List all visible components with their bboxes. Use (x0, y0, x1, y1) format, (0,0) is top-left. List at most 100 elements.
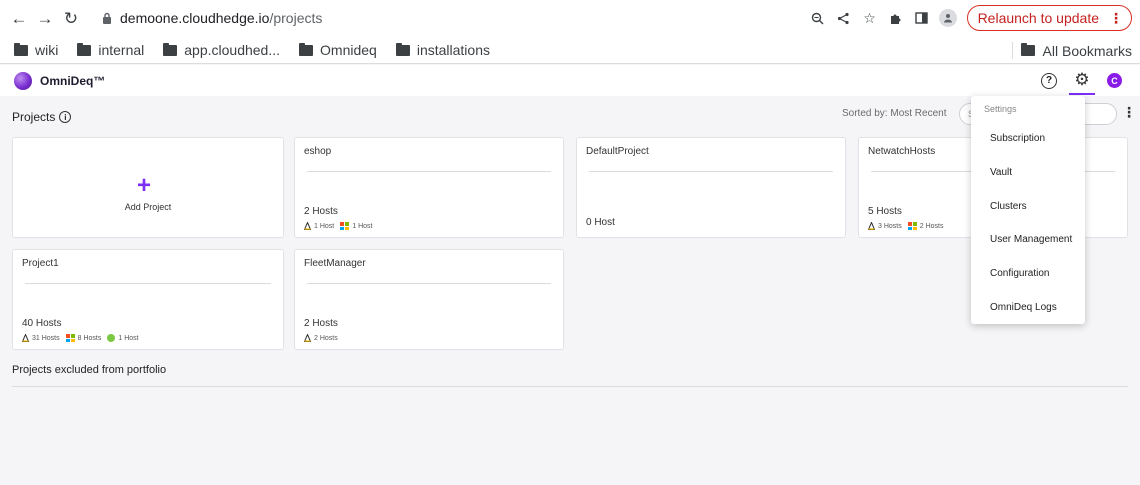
linux-icon (22, 334, 29, 342)
project-card-project1[interactable]: Project1 40 Hosts 31 Hosts 8 Hosts 1 Hos… (12, 249, 284, 350)
windows-icon (907, 222, 917, 230)
settings-button[interactable]: ⚙ (1069, 67, 1095, 95)
project-card-defaultproject[interactable]: DefaultProject 0 Host (576, 137, 846, 238)
linux-host-count: 3 Hosts (878, 222, 902, 230)
host-count: 2 Hosts (304, 318, 338, 329)
url-path: /projects (269, 10, 323, 26)
bookmark-label: wiki (35, 42, 59, 58)
nav-buttons: ← → ↻ (8, 8, 82, 30)
host-count: 5 Hosts (868, 206, 902, 217)
menu-item-user-management[interactable]: User Management (990, 234, 1072, 245)
bookmark-label: internal (98, 42, 145, 58)
linux-host-count: 2 Hosts (314, 334, 338, 342)
settings-dropdown: Settings Subscription Vault Clusters Use… (971, 96, 1085, 324)
brand-name: OmniDeq™ (40, 73, 106, 88)
side-panel-icon[interactable] (909, 5, 935, 31)
url-text[interactable]: demoone.cloudhedge.io/projects (92, 4, 322, 32)
folder-icon (1020, 43, 1035, 56)
page-title-text: Projects (12, 110, 56, 124)
section-divider (12, 386, 1128, 387)
page-title: Projects i (12, 110, 72, 124)
windows-host-count: 1 Host (352, 222, 373, 230)
plus-icon: + (137, 172, 152, 199)
project-card-fleetmanager[interactable]: FleetManager 2 Hosts 2 Hosts (294, 249, 564, 350)
omnibox-actions: ☆ Relaunch to update ⋮ (805, 4, 1132, 32)
bookmark-omnideq[interactable]: Omnideq (299, 42, 377, 58)
project-name: DefaultProject (586, 146, 649, 157)
extensions-icon[interactable] (883, 5, 909, 31)
zoom-icon[interactable] (805, 5, 831, 31)
chrome-menu-icon: ⋮ (1109, 9, 1123, 26)
reload-icon[interactable]: ↻ (60, 8, 82, 30)
info-icon[interactable]: i (59, 111, 72, 123)
linux-host-count: 1 Host (314, 222, 335, 230)
windows-icon (65, 334, 75, 342)
bookmark-label: Omnideq (320, 42, 377, 58)
os-breakdown: 3 Hosts 2 Hosts (868, 222, 943, 230)
folder-icon (14, 42, 28, 56)
gear-icon: ⚙ (1074, 70, 1090, 89)
forward-arrow-icon[interactable]: → (34, 8, 56, 30)
help-icon[interactable]: ? (1041, 72, 1057, 89)
add-project-label: Add Project (124, 202, 172, 212)
project-card-eshop[interactable]: eshop 2 Hosts 1 Host 1 Host (294, 137, 564, 238)
app-header: OmniDeq™ ? ⚙ C (0, 65, 1140, 96)
avatar[interactable]: C (1107, 73, 1122, 88)
share-icon[interactable] (831, 5, 857, 31)
card-divider (307, 283, 551, 284)
windows-host-count: 8 Hosts (77, 334, 102, 342)
os-breakdown: 1 Host 1 Host (304, 222, 372, 230)
other-host-count: 1 Host (118, 334, 139, 342)
linux-icon (868, 222, 875, 230)
project-name: Project1 (22, 258, 59, 269)
add-project-card[interactable]: + Add Project (12, 137, 284, 238)
folder-icon (395, 42, 410, 56)
linux-icon (304, 222, 311, 230)
excluded-projects-heading: Projects excluded from portfolio (12, 364, 167, 376)
relaunch-to-update-button[interactable]: Relaunch to update ⋮ (966, 5, 1132, 31)
card-divider (589, 171, 833, 172)
folder-icon (77, 42, 92, 56)
windows-host-count: 2 Hosts (919, 222, 944, 230)
host-count: 40 Hosts (22, 318, 62, 329)
project-name: NetwatchHosts (868, 146, 936, 157)
browser-toolbar: ← → ↻ demoone.cloudhedge.io/projects ☆ R… (0, 0, 1140, 37)
all-bookmarks-label: All Bookmarks (1042, 42, 1132, 59)
os-breakdown: 2 Hosts (304, 334, 338, 342)
host-count: 0 Host (586, 217, 615, 228)
bookmark-wiki[interactable]: wiki (14, 42, 58, 58)
menu-item-subscription[interactable]: Subscription (990, 133, 1045, 144)
bookmarks-divider (1012, 42, 1013, 59)
card-divider (25, 283, 271, 284)
linux-icon (304, 334, 311, 342)
address-bar[interactable]: demoone.cloudhedge.io/projects ☆ Relaunc… (92, 4, 1132, 32)
header-actions: ? ⚙ C (1041, 65, 1122, 96)
project-name: eshop (304, 146, 332, 157)
host-count: 2 Hosts (304, 206, 338, 217)
bookmark-installations[interactable]: installations (395, 42, 490, 58)
url-host: demoone.cloudhedge.io (120, 10, 270, 26)
menu-item-configuration[interactable]: Configuration (990, 268, 1049, 279)
folder-icon (299, 42, 314, 56)
project-name: FleetManager (304, 258, 366, 269)
omnideq-logo[interactable] (14, 71, 32, 90)
menu-item-vault[interactable]: Vault (990, 167, 1012, 178)
sort-label[interactable]: Sorted by: Most Recent (842, 108, 947, 119)
back-arrow-icon[interactable]: ← (8, 8, 30, 30)
linux-host-count: 31 Hosts (32, 334, 60, 342)
bookmark-internal[interactable]: internal (77, 42, 144, 58)
bookmarks-bar: wiki internal app.cloudhed... Omnideq in… (0, 37, 1140, 64)
menu-item-clusters[interactable]: Clusters (990, 201, 1027, 212)
other-os-icon (107, 334, 116, 342)
settings-menu-heading: Settings (984, 104, 1017, 114)
lock-icon (103, 12, 111, 24)
more-options-icon[interactable]: ⋮ (1122, 104, 1136, 121)
bookmark-label: app.cloudhed... (184, 42, 281, 58)
profile-icon[interactable] (935, 5, 961, 31)
bookmark-label: installations (416, 42, 490, 58)
bookmark-app-cloudhedge[interactable]: app.cloudhed... (163, 42, 280, 58)
all-bookmarks-button[interactable]: All Bookmarks (1020, 37, 1132, 64)
bookmark-star-icon[interactable]: ☆ (857, 5, 883, 31)
relaunch-label: Relaunch to update (977, 10, 1099, 26)
menu-item-omnideq-logs[interactable]: OmniDeq Logs (990, 302, 1057, 313)
